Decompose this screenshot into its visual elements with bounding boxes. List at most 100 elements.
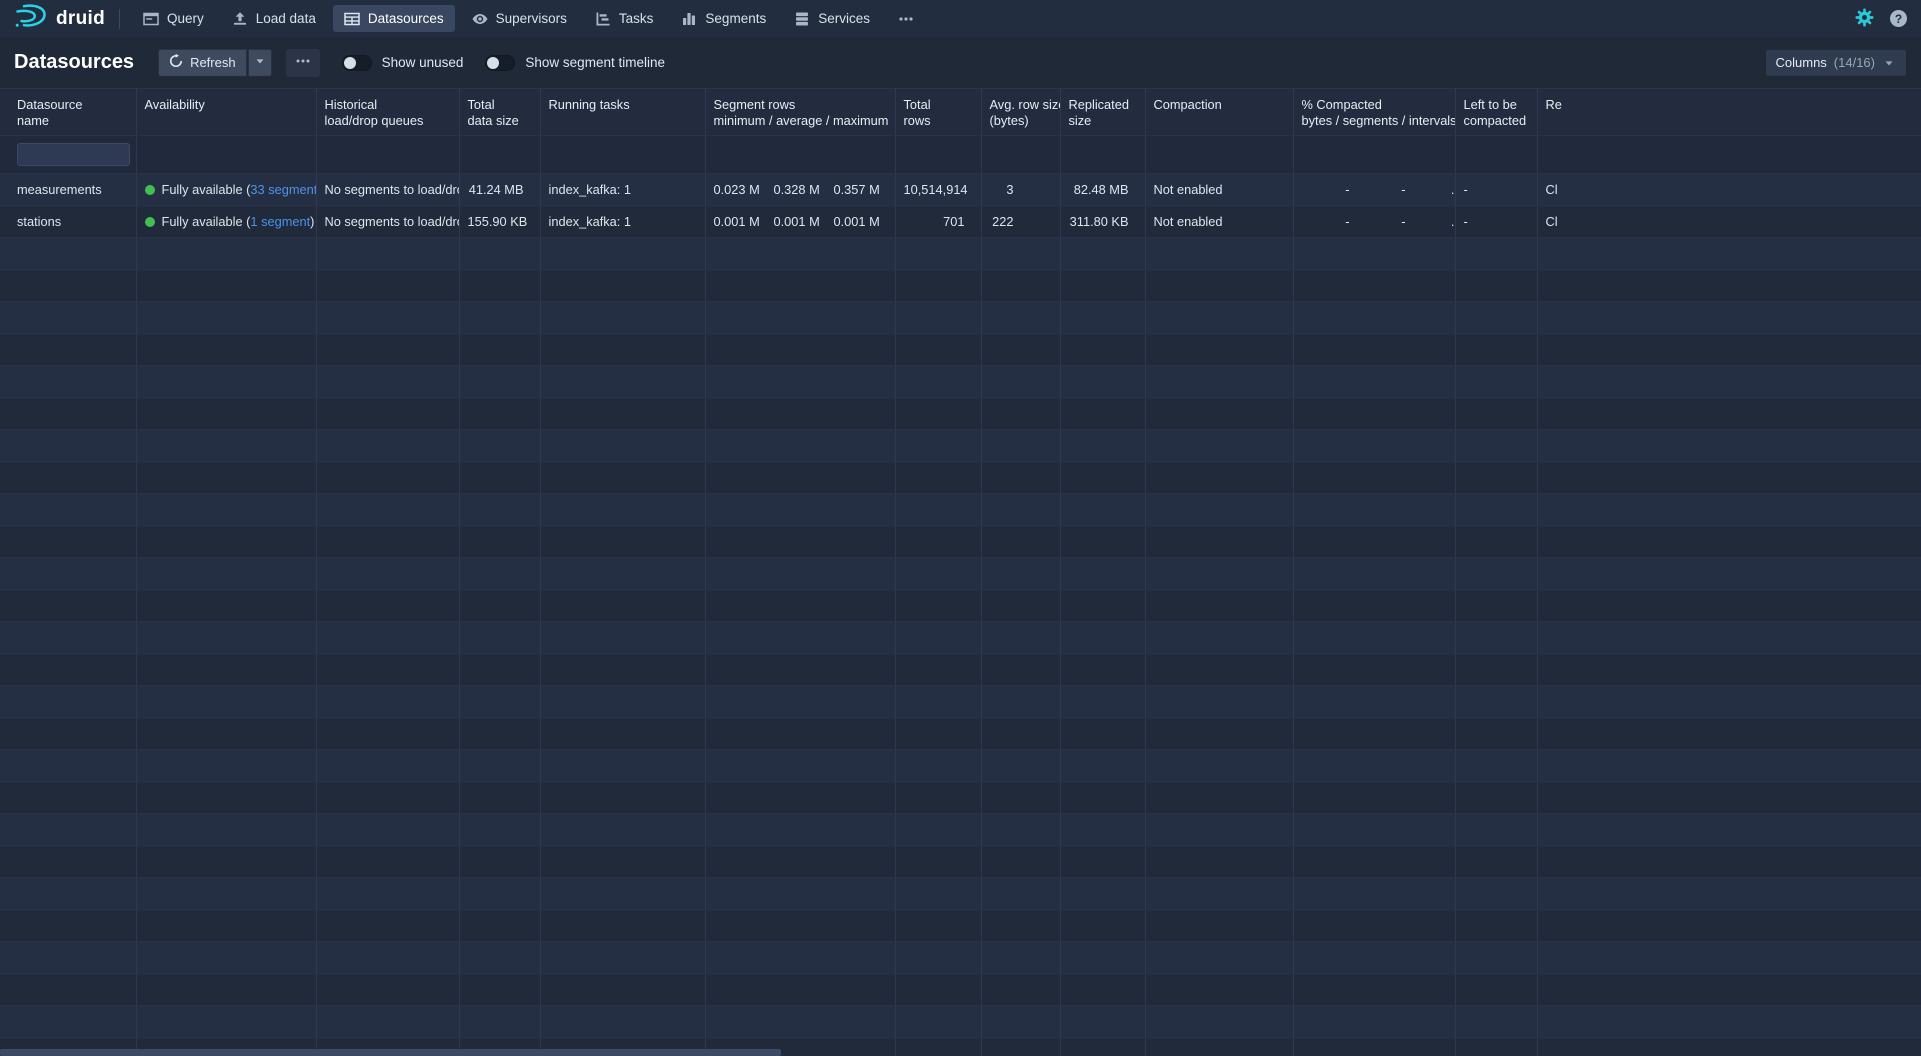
empty-row: [0, 846, 1921, 878]
empty-cell: [1537, 686, 1921, 718]
col-header-availability[interactable]: Availability: [136, 89, 316, 136]
datasource-name-cell[interactable]: measurements: [0, 174, 136, 206]
empty-cell: [1293, 846, 1455, 878]
empty-cell: [1060, 558, 1145, 590]
query-icon: [143, 11, 159, 27]
empty-cell: [1293, 686, 1455, 718]
nav-item-supervisors[interactable]: Supervisors: [461, 5, 578, 32]
empty-cell: [136, 718, 316, 750]
nav-divider: [119, 9, 120, 29]
load-drop-queues-cell: No segments to load/drop: [316, 206, 459, 238]
empty-cell: [540, 1006, 705, 1038]
col-header-retention[interactable]: Re: [1537, 89, 1921, 136]
datasource-filter-input[interactable]: [17, 143, 130, 166]
col-header-running-tasks[interactable]: Running tasks: [540, 89, 705, 136]
segments-link[interactable]: 1 segment: [250, 214, 310, 229]
col-header-avg-row-size[interactable]: Avg. row size(bytes): [981, 89, 1060, 136]
col-header-datasource-name[interactable]: Datasourcename: [0, 89, 136, 136]
settings-button[interactable]: [1855, 8, 1874, 30]
refresh-dropdown-button[interactable]: [248, 49, 272, 77]
datasource-name-cell[interactable]: stations: [0, 206, 136, 238]
tasks-icon: [595, 11, 611, 27]
empty-cell: [0, 238, 136, 270]
segments-link[interactable]: 33 segments: [250, 182, 316, 197]
horizontal-scrollbar[interactable]: [0, 1049, 781, 1056]
empty-cell: [1455, 462, 1537, 494]
empty-row: [0, 686, 1921, 718]
empty-cell: [540, 718, 705, 750]
empty-cell: [540, 526, 705, 558]
col-header-segment-rows[interactable]: Segment rowsminimum / average / maximum: [705, 89, 895, 136]
availability-cell: Fully available (33 segments): [136, 174, 316, 206]
empty-cell: [459, 430, 540, 462]
empty-cell: [895, 1038, 981, 1056]
empty-cell: [1537, 814, 1921, 846]
empty-cell: [0, 302, 136, 334]
empty-cell: [1455, 814, 1537, 846]
empty-cell: [1455, 942, 1537, 974]
empty-cell: [316, 654, 459, 686]
empty-cell: [981, 526, 1060, 558]
empty-cell: [0, 558, 136, 590]
empty-cell: [1455, 558, 1537, 590]
nav-item-tasks[interactable]: Tasks: [584, 5, 665, 32]
nav-item-label: Services: [818, 11, 870, 26]
empty-cell: [1145, 526, 1293, 558]
col-header-load-drop-queues[interactable]: Historicalload/drop queues: [316, 89, 459, 136]
col-header-replicated-size[interactable]: Replicatedsize: [1060, 89, 1145, 136]
col-header-left-to-compact[interactable]: Left to becompacted: [1455, 89, 1537, 136]
col-header-compaction[interactable]: Compaction: [1145, 89, 1293, 136]
segment-rows-avg: 0.328 M: [774, 182, 821, 197]
ellipsis-icon: [295, 53, 311, 72]
druid-logo[interactable]: druid: [14, 3, 105, 34]
empty-row: [0, 1006, 1921, 1038]
empty-cell: [1145, 334, 1293, 366]
empty-cell: [0, 686, 136, 718]
segments-icon: [681, 11, 697, 27]
empty-cell: [1455, 974, 1537, 1006]
empty-cell: [459, 494, 540, 526]
empty-cell: [459, 910, 540, 942]
col-header-total-data-size[interactable]: Totaldata size: [459, 89, 540, 136]
segment-rows-cell: 0.001 M0.001 M0.001 M: [705, 206, 895, 238]
show-segment-timeline-toggle[interactable]: [485, 55, 515, 71]
columns-button[interactable]: Columns (14/16): [1765, 49, 1908, 77]
empty-cell: [1293, 814, 1455, 846]
empty-cell: [1455, 622, 1537, 654]
refresh-button[interactable]: Refresh: [158, 49, 247, 77]
show-unused-toggle[interactable]: [342, 55, 372, 71]
empty-cell: [0, 398, 136, 430]
col-header-total-rows[interactable]: Totalrows: [895, 89, 981, 136]
empty-cell: [1145, 654, 1293, 686]
empty-cell: [1060, 302, 1145, 334]
nav-item-services[interactable]: Services: [783, 5, 881, 32]
col-header-pct-compacted[interactable]: % Compactedbytes / segments / intervals: [1293, 89, 1455, 136]
empty-cell: [1537, 494, 1921, 526]
pct-compacted-intervals: ...: [1414, 182, 1456, 197]
empty-cell: [1537, 462, 1921, 494]
nav-more-button[interactable]: [887, 5, 925, 32]
nav-item-datasources[interactable]: Datasources: [333, 5, 455, 32]
empty-cell: [1537, 270, 1921, 302]
services-icon: [794, 11, 810, 27]
help-button[interactable]: ?: [1890, 10, 1907, 27]
empty-cell: [981, 782, 1060, 814]
empty-cell: [136, 270, 316, 302]
empty-cell: [136, 974, 316, 1006]
nav-item-query[interactable]: Query: [132, 5, 215, 32]
nav-item-load-data[interactable]: Load data: [221, 5, 327, 32]
empty-cell: [705, 366, 895, 398]
empty-cell: [705, 430, 895, 462]
empty-cell: [895, 494, 981, 526]
available-dot-icon: [145, 217, 155, 227]
empty-cell: [0, 846, 136, 878]
empty-cell: [1455, 398, 1537, 430]
empty-cell: [540, 782, 705, 814]
nav-item-segments[interactable]: Segments: [670, 5, 777, 32]
empty-cell: [895, 974, 981, 1006]
empty-cell: [1145, 1006, 1293, 1038]
more-actions-button[interactable]: [286, 49, 320, 77]
empty-cell: [895, 686, 981, 718]
empty-cell: [540, 238, 705, 270]
empty-cell: [459, 462, 540, 494]
